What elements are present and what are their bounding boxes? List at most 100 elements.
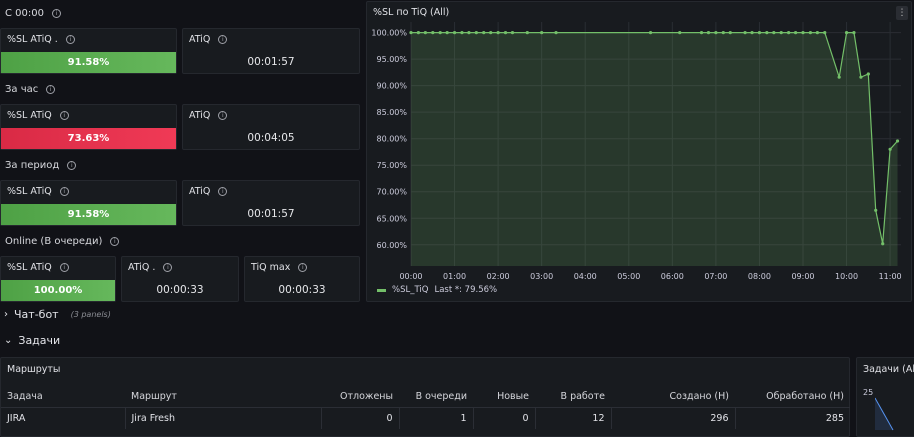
- panel-title: %SL ATiQ .: [7, 34, 58, 45]
- info-icon[interactable]: i: [59, 187, 69, 196]
- data-point: [808, 31, 813, 35]
- data-point: [750, 31, 754, 35]
- data-point: [859, 75, 863, 79]
- column-header-processed[interactable]: Обработано (H): [735, 385, 850, 408]
- data-point: [416, 31, 421, 35]
- x-tick-label: 02:00: [487, 272, 510, 281]
- data-point: [554, 31, 558, 35]
- stat-panel-atiq-3[interactable]: ATiQ i 00:01:57: [182, 180, 360, 226]
- section-title-text: За час: [5, 84, 39, 95]
- stat-panel-tiq-max[interactable]: TiQ max i 00:00:33: [244, 256, 360, 302]
- y-tick-label: 90.00%: [376, 82, 407, 91]
- stat-value-bar: 100.00%: [1, 280, 115, 301]
- info-icon[interactable]: i: [65, 35, 75, 44]
- y-tick-label: 70.00%: [376, 188, 407, 197]
- data-point: [648, 31, 653, 35]
- section-title-since-midnight: С 00:00 i: [5, 8, 61, 19]
- row-panel-count: (3 panels): [70, 310, 111, 319]
- column-header-postponed[interactable]: Отложены: [321, 385, 399, 408]
- panel-header: %SL ATiQ i: [7, 186, 69, 197]
- column-header-new[interactable]: Новые: [473, 385, 535, 408]
- row-chatbot[interactable]: › Чат-бот (3 panels): [4, 308, 111, 321]
- data-point: [510, 31, 515, 35]
- stat-value: 00:00:33: [156, 284, 204, 296]
- x-tick-label: 08:00: [748, 272, 771, 281]
- data-point: [482, 31, 486, 35]
- data-point: [779, 31, 783, 35]
- stat-panel-atiq-2[interactable]: ATiQ i 00:04:05: [182, 104, 360, 150]
- column-header-created[interactable]: Создано (H): [611, 385, 735, 408]
- panel-title: ATiQ: [189, 186, 211, 197]
- stat-panel-sl-atiq-1[interactable]: %SL ATiQ . i 91.58%: [0, 28, 177, 74]
- row-tasks[interactable]: ⌄ Задачи: [4, 334, 60, 347]
- data-point: [743, 31, 747, 35]
- data-point: [757, 31, 762, 35]
- info-icon[interactable]: i: [110, 237, 120, 246]
- column-header-route[interactable]: Маршрут: [125, 385, 321, 408]
- stat-panel-atiq-online[interactable]: ATiQ . i 00:00:33: [121, 256, 239, 302]
- section-title-period: За период i: [5, 160, 77, 171]
- data-point: [699, 31, 704, 35]
- y-tick-label: 60.00%: [376, 241, 407, 250]
- data-point: [787, 31, 791, 35]
- routes-table-panel[interactable]: Маршруты Задача Маршрут Отложены В очере…: [0, 357, 850, 437]
- data-point: [438, 31, 442, 35]
- panel-header: ATiQ i: [189, 110, 228, 121]
- x-tick-label: 01:00: [443, 272, 466, 281]
- info-icon[interactable]: i: [59, 263, 69, 272]
- data-point: [866, 72, 870, 76]
- stat-value: 00:04:05: [247, 132, 295, 144]
- stat-panel-sl-atiq-online[interactable]: %SL ATiQ i 100.00%: [0, 256, 116, 302]
- data-point: [801, 31, 805, 35]
- info-icon[interactable]: i: [46, 85, 56, 94]
- panel-title: Маршруты: [7, 364, 61, 375]
- info-icon[interactable]: i: [67, 161, 77, 170]
- panel-title: %SL ATiQ: [7, 262, 52, 273]
- panel-title: ATiQ: [189, 110, 211, 121]
- info-icon[interactable]: i: [51, 9, 61, 18]
- column-header-task[interactable]: Задача: [1, 385, 125, 408]
- panel-header: ATiQ i: [189, 186, 228, 197]
- info-icon[interactable]: i: [59, 111, 69, 120]
- section-title-text: За период: [5, 160, 60, 171]
- section-title-online-queue: Online (В очереди) i: [5, 236, 120, 247]
- info-icon[interactable]: i: [218, 111, 228, 120]
- x-tick-label: 10:00: [835, 272, 858, 281]
- chart-panel-sl-tiq[interactable]: %SL по TiQ (All) ⋮ 100.00% 95.00% 90.00% 85…: [366, 1, 912, 302]
- data-point: [474, 31, 478, 35]
- data-point: [815, 31, 819, 35]
- tasks-side-panel[interactable]: Задачи (All 25: [856, 357, 914, 437]
- stat-panel-atiq-1[interactable]: ATiQ i 00:01:57: [182, 28, 360, 74]
- data-point: [503, 31, 508, 35]
- column-header-in-work[interactable]: В работе: [535, 385, 611, 408]
- panel-header: Маршруты: [7, 364, 60, 375]
- info-icon[interactable]: i: [218, 35, 228, 44]
- data-point: [895, 139, 900, 143]
- data-point: [706, 31, 711, 35]
- info-icon[interactable]: i: [298, 263, 308, 272]
- x-tick-label: 03:00: [530, 272, 553, 281]
- data-point: [409, 31, 413, 35]
- panel-header: %SL ATiQ . i: [7, 34, 75, 45]
- data-point: [431, 31, 435, 35]
- column-header-in-queue[interactable]: В очереди: [399, 385, 473, 408]
- panel-header: Задачи (All: [863, 364, 914, 375]
- stat-value-bar: 73.63%: [1, 128, 176, 149]
- data-point: [881, 242, 885, 246]
- table-row: JIRA Jira Fresh 0 1 0 12 296 285: [1, 407, 850, 429]
- data-point: [874, 208, 878, 212]
- mini-chart: [875, 397, 894, 431]
- cell-postponed: 0: [321, 407, 400, 429]
- info-icon[interactable]: i: [163, 263, 173, 272]
- stat-panel-sl-atiq-3[interactable]: %SL ATiQ i 91.58%: [0, 180, 177, 226]
- data-point: [823, 31, 827, 35]
- cell-task: JIRA: [1, 407, 126, 429]
- chart-legend[interactable]: %SL_TiQ Last *: 79.56%: [377, 285, 497, 295]
- stat-panel-sl-atiq-2[interactable]: %SL ATiQ i 73.63%: [0, 104, 177, 150]
- info-icon[interactable]: i: [218, 187, 228, 196]
- panel-header: ATiQ i: [189, 34, 228, 45]
- y-tick-label: 75.00%: [376, 161, 407, 170]
- stat-value: 00:01:57: [247, 56, 295, 68]
- data-point: [888, 147, 892, 151]
- row-title: Задачи: [18, 334, 61, 347]
